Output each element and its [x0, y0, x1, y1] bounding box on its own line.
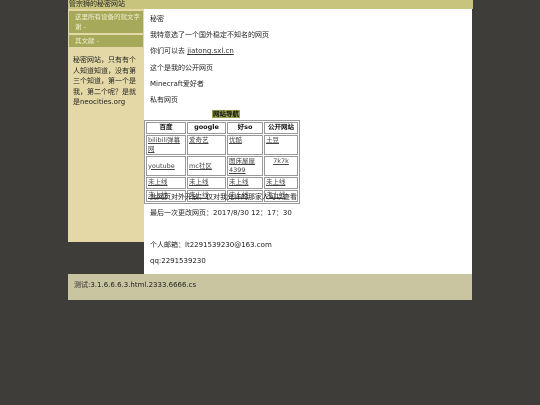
nav-link-bilibili[interactable]: bilibili弹幕网 — [146, 135, 186, 155]
main-content: 秘密 我特意选了一个国外稳定不知名的网页 你们可以去 jiatong.sxl.c… — [144, 9, 472, 274]
qq-text: qq:2291539230 — [150, 257, 206, 265]
nav-link-iqiyi[interactable]: 爱奇艺 — [187, 135, 226, 155]
nav-header-haoso[interactable]: 好so — [227, 122, 263, 134]
sidebar-link-2[interactable]: 其文献 - — [69, 35, 143, 47]
site-title: 管宗狮的秘密网站 — [69, 0, 125, 8]
intro-text: 我特意选了一个国外稳定不知名的网页 — [150, 31, 269, 39]
site-title-bar: 管宗狮的秘密网站 — [68, 0, 473, 9]
footer: 测试:3.1.6.6.6.3.html.2333.6666.cs — [68, 274, 472, 300]
table-row: bilibili弹幕网 爱奇艺 优酷 土豆 — [146, 135, 298, 155]
page-heading: 秘密 — [150, 15, 164, 23]
nav-link-offline[interactable]: 未上线 — [227, 177, 263, 189]
nav-link-offline[interactable]: 未上线 — [264, 177, 298, 189]
nav-link-7k7k[interactable]: 7k7k — [264, 156, 298, 176]
also-visit-line: 你们可以去 jiatong.sxl.cn — [150, 46, 234, 56]
nav-link-tudou[interactable]: 土豆 — [264, 135, 298, 155]
private-site-text: 私有网页 — [150, 96, 178, 104]
sidebar-link-1[interactable]: 这里所有设备的就文字谢 - — [69, 11, 143, 33]
jiatong-link[interactable]: jiatong.sxl.cn — [187, 47, 234, 55]
nav-table-caption: 网站导航 — [212, 110, 240, 118]
nav-header-baidu[interactable]: 百度 — [146, 122, 186, 134]
table-row: 未上线 未上线 未上线 未上线 — [146, 177, 298, 189]
minecraft-text: Minecraft爱好者 — [150, 80, 204, 88]
nav-link-4399[interactable]: 图床屋屋4399 — [227, 156, 263, 176]
last-updated: 最后一次更改网页：2017/8/30 12：17：30 — [150, 209, 292, 217]
nav-header-google[interactable]: google — [187, 122, 226, 134]
sidebar: 这里所有设备的就文字谢 - 其文献 - 秘密网站，只有有个人知道知道，没有第三个… — [68, 9, 144, 242]
email-text: 个人邮箱：lt2291539230@163.com — [150, 241, 272, 249]
also-visit-text: 你们可以去 — [150, 47, 185, 55]
public-site-text: 这个是我的公开网页 — [150, 64, 213, 72]
nav-header-public[interactable]: 公开网站 — [264, 122, 298, 134]
notice-text: 此网页对外开放：仅对我允许的那家人可以查看 — [150, 193, 297, 201]
table-row: youtube mc社区 图床屋屋4399 7k7k — [146, 156, 298, 176]
sidebar-note: 秘密网站，只有有个人知道知道，没有第三个知道，第一个是我，第二个呢？是就是neo… — [73, 56, 136, 106]
footer-text: 测试:3.1.6.6.6.3.html.2333.6666.cs — [74, 281, 197, 289]
page: 管宗狮的秘密网站 这里所有设备的就文字谢 - 其文献 - 秘密网站，只有有个人知… — [68, 0, 473, 300]
nav-link-mc[interactable]: mc社区 — [187, 156, 226, 176]
nav-link-offline[interactable]: 未上线 — [187, 177, 226, 189]
nav-link-offline[interactable]: 未上线 — [146, 177, 186, 189]
table-row: 百度 google 好so 公开网站 — [146, 122, 298, 134]
nav-link-youtube[interactable]: youtube — [146, 156, 186, 176]
nav-link-youku[interactable]: 优酷 — [227, 135, 263, 155]
